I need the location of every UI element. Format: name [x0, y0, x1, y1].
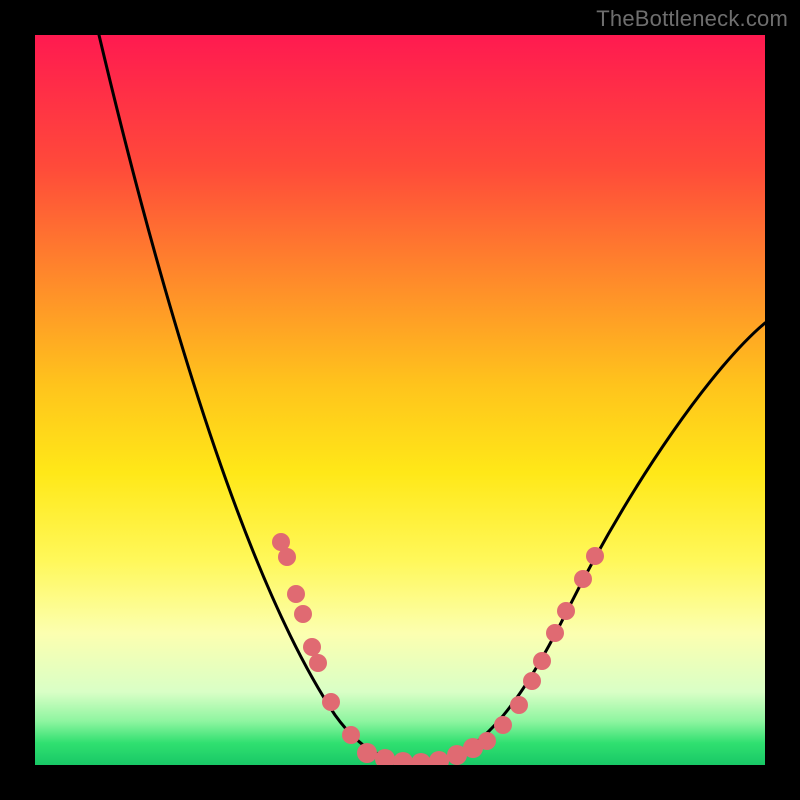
data-point-marker: [322, 693, 340, 711]
bottleneck-curve: [99, 35, 765, 763]
data-point-marker: [546, 624, 564, 642]
data-point-marker: [411, 753, 431, 765]
data-point-marker: [574, 570, 592, 588]
data-point-marker: [533, 652, 551, 670]
watermark-label: TheBottleneck.com: [596, 6, 788, 32]
data-point-marker: [342, 726, 360, 744]
data-point-marker: [393, 752, 413, 765]
data-point-marker: [375, 749, 395, 765]
data-point-marker: [586, 547, 604, 565]
data-point-marker: [429, 751, 449, 765]
data-point-marker: [287, 585, 305, 603]
markers-left-branch: [272, 533, 360, 744]
data-point-marker: [463, 738, 483, 758]
data-point-marker: [523, 672, 541, 690]
markers-right-branch: [478, 547, 604, 750]
data-point-marker: [557, 602, 575, 620]
data-point-marker: [510, 696, 528, 714]
data-point-marker: [278, 548, 296, 566]
data-point-marker: [357, 743, 377, 763]
data-point-marker: [309, 654, 327, 672]
data-point-marker: [303, 638, 321, 656]
chart-svg: [35, 35, 765, 765]
chart-frame: TheBottleneck.com: [0, 0, 800, 800]
data-point-marker: [494, 716, 512, 734]
markers-bottom-cluster: [357, 738, 483, 765]
plot-area: [35, 35, 765, 765]
data-point-marker: [294, 605, 312, 623]
